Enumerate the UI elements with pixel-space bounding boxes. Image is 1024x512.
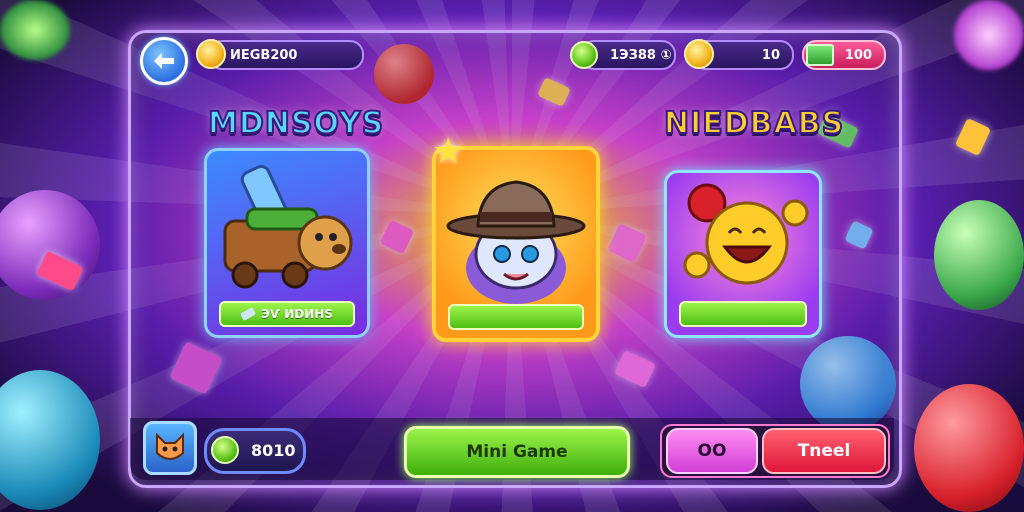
tneel-button[interactable]: Tneel [762,428,886,474]
mini-game-label: Mini Game [466,442,568,462]
right-card-label-bar [679,301,807,327]
fox-avatar-icon [156,432,184,460]
score-counter: 8010 [204,428,306,474]
star-icon: ★ [432,131,465,172]
left-card-label-bar: ЭѴ ИDИHS [219,301,355,327]
center-card-label-bar [448,304,584,330]
cart-creature-illustration [223,165,353,289]
gold-token-icon [684,39,714,69]
player-avatar[interactable] [143,421,197,475]
mode-card-left[interactable]: ЭѴ ИDИHS [204,148,370,338]
mode-card-right[interactable] [664,170,822,338]
mini-game-button[interactable]: Mini Game [404,426,630,478]
section-title-left: MDNSOYS [207,105,385,142]
back-button[interactable] [140,37,188,85]
teal-ball-left [0,370,100,510]
oo-label: OO [697,441,727,461]
tneel-label: Tneel [797,441,851,461]
level-value: 10 [761,47,780,63]
green-gem-icon [570,41,598,69]
gem-decor [954,117,992,157]
spotlight-top-left [0,0,70,60]
section-title-right: NIEDBABS [663,105,845,142]
cash-icon [806,44,834,66]
pencil-icon [239,307,257,321]
purple-ball-left [0,190,100,300]
left-card-label: ЭѴ ИDИHS [261,307,333,321]
hat-character-illustration [446,180,586,304]
coin-icon [196,39,226,69]
coins-value: ИEGB200 [230,47,298,63]
green-ball-right [934,200,1024,310]
score-value: 8010 [251,441,296,460]
coins-counter: ИEGB200 [208,40,364,70]
arrow-left-icon [154,53,174,69]
oo-button[interactable]: OO [666,428,758,474]
gems-value: 1ЭЗ88 ① [610,47,672,63]
mode-card-center[interactable] [432,146,600,342]
green-coin-icon [211,436,239,464]
cash-value: 100 [844,47,872,63]
spotlight-top-right [954,0,1024,70]
laughing-creature-illustration [683,183,809,285]
red-ball-right [914,384,1024,512]
